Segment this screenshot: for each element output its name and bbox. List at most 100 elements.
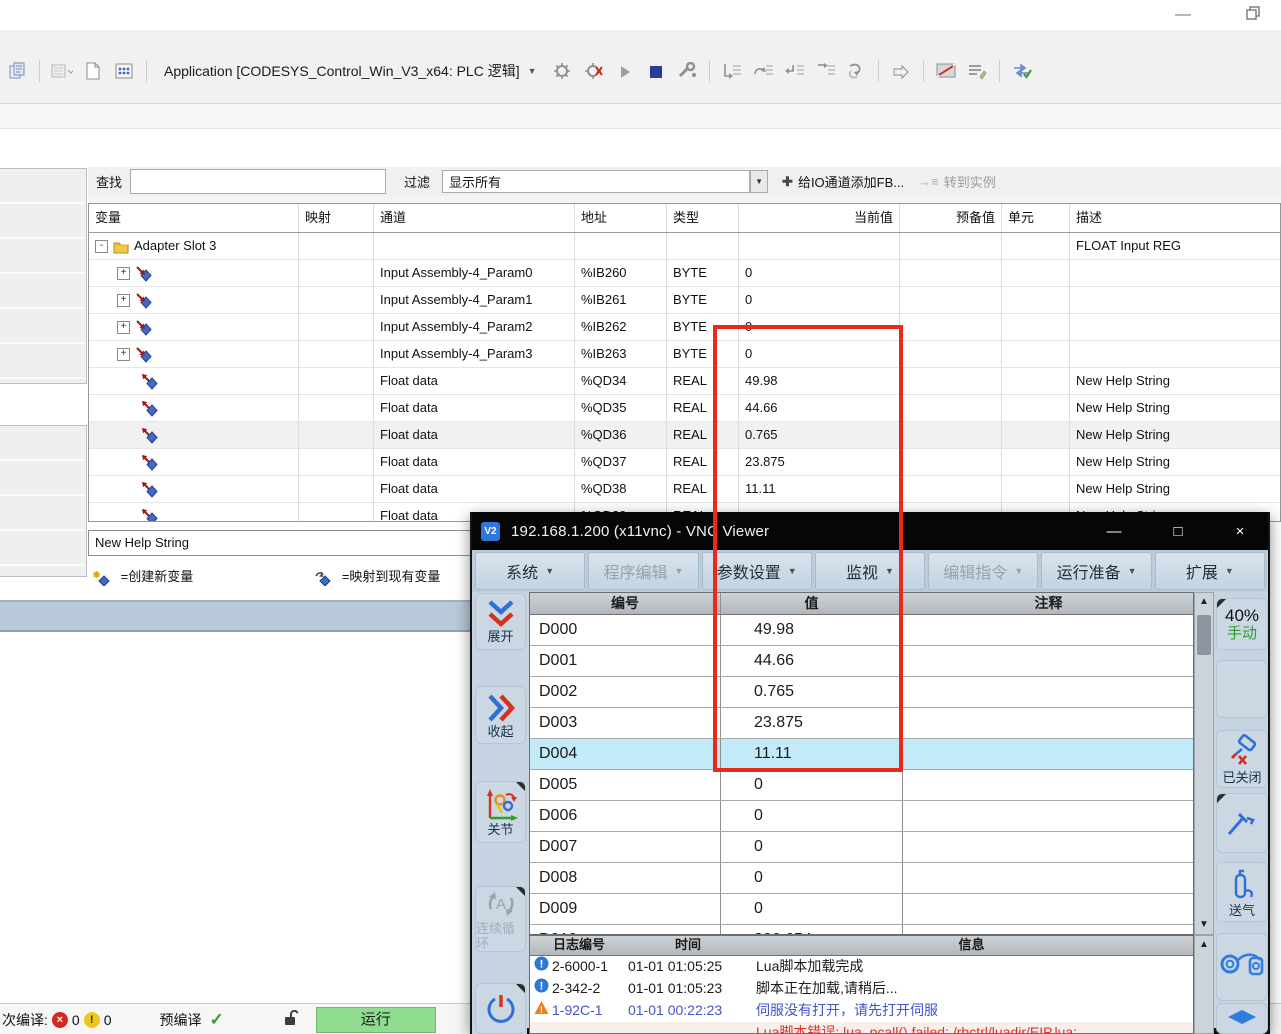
vnc-maximize-button[interactable]: □: [1158, 512, 1198, 550]
register-row-D009[interactable]: D0090: [530, 894, 1193, 925]
register-row-D010[interactable]: D010826.654: [530, 925, 1193, 935]
register-id: D003: [530, 708, 721, 738]
build-icon-button[interactable]: [113, 60, 135, 82]
login-gear-icon-button[interactable]: [552, 60, 574, 82]
lock-icon[interactable]: [282, 1009, 300, 1030]
sidebar-button-关节[interactable]: 关节: [475, 781, 526, 843]
svg-text:A: A: [495, 896, 505, 913]
step-return-icon-button[interactable]: [783, 60, 805, 82]
expand-node-icon[interactable]: +: [117, 294, 130, 307]
right-button-torch[interactable]: [1216, 793, 1268, 853]
column-header-2: 映射: [299, 204, 374, 232]
vnc-minimize-button[interactable]: —: [1094, 512, 1134, 550]
library-dropdown-icon-button[interactable]: [51, 60, 73, 82]
io-table-row[interactable]: +Input Assembly-4_Param3%IB263BYTE0: [89, 341, 1280, 368]
mapping-legend: =创建新变量 =映射到现有变量: [92, 562, 472, 590]
vnc-tab-监视[interactable]: 监视▼: [815, 552, 925, 590]
collapsed-panel-bar[interactable]: [0, 600, 472, 632]
register-row-D006[interactable]: D0060: [530, 801, 1193, 832]
app-selector-combobox[interactable]: Application [CODESYS_Control_Win_V3_x64:…: [158, 59, 543, 83]
vnc-tab-参数设置[interactable]: 参数设置▼: [702, 552, 812, 590]
channel-cell: Input Assembly-4_Param3: [374, 341, 575, 367]
address-cell: %IB262: [575, 314, 667, 340]
io-table-row[interactable]: -Adapter Slot 3FLOAT Input REG: [89, 233, 1280, 260]
vnc-titlebar[interactable]: V2 192.168.1.200 (x11vnc) - VNC Viewer —…: [472, 512, 1268, 550]
play-icon-button[interactable]: [614, 60, 636, 82]
window-restore-button[interactable]: [1238, 6, 1268, 26]
register-row-D004[interactable]: D00411.11: [530, 739, 1193, 770]
search-input[interactable]: [130, 169, 386, 194]
scroll-down-icon[interactable]: ▼: [1195, 916, 1213, 934]
logout-gear-icon: [584, 62, 604, 80]
scroll-up-icon[interactable]: ▲: [1195, 936, 1213, 954]
io-table-row[interactable]: Float data%QD38REAL11.11New Help String: [89, 476, 1280, 503]
step-over-icon-button[interactable]: [752, 60, 774, 82]
vnc-tab-扩展[interactable]: 扩展▼: [1155, 552, 1265, 590]
watch-list-icon-button[interactable]: [966, 60, 988, 82]
expand-node-icon[interactable]: +: [117, 267, 130, 280]
io-table-row[interactable]: Float data%QD35REAL44.66New Help String: [89, 395, 1280, 422]
new-file-icon-button[interactable]: [82, 60, 104, 82]
goto-next-icon-button[interactable]: [890, 60, 912, 82]
register-row-D003[interactable]: D00323.875: [530, 708, 1193, 739]
register-row-D002[interactable]: D0020.765: [530, 677, 1193, 708]
add-fb-button[interactable]: ✚ 给IO通道添加FB...: [782, 172, 904, 191]
window-minimize-button[interactable]: —: [1168, 6, 1198, 26]
log-row[interactable]: !1-92C-101-01 00:22:23伺服没有打开，请先打开伺服: [530, 1000, 1193, 1022]
scroll-thumb[interactable]: [1197, 615, 1211, 655]
new-file-icon: [85, 62, 101, 80]
right-button-robot[interactable]: [1216, 933, 1268, 1001]
breakpoint-tools-icon-button[interactable]: [676, 60, 698, 82]
right-button-speed-mode[interactable]: 40%手动: [1216, 598, 1268, 650]
log-row[interactable]: !2-6000-101-01 01:05:25Lua脚本加载完成: [530, 956, 1193, 978]
display-mode-icon-button[interactable]: [935, 60, 957, 82]
recompile-icon-button[interactable]: [1011, 60, 1033, 82]
scroll-up-icon[interactable]: ▲: [1195, 593, 1213, 611]
run-button[interactable]: 运行: [316, 1007, 436, 1033]
sidebar-button-展开[interactable]: 展开: [475, 593, 526, 650]
register-row-D005[interactable]: D0050: [530, 770, 1193, 801]
register-row-D008[interactable]: D0080: [530, 863, 1193, 894]
stop-icon-button[interactable]: [645, 60, 667, 82]
right-button-air-supply[interactable]: 送气: [1216, 862, 1268, 922]
filter-combobox[interactable]: 显示所有: [442, 170, 750, 193]
step-into-icon-button[interactable]: [814, 60, 836, 82]
variable-cell: +: [89, 314, 299, 340]
goto-instance-button[interactable]: →≡ 转到实例: [918, 172, 996, 191]
io-table-row[interactable]: +Input Assembly-4_Param1%IB261BYTE0: [89, 287, 1280, 314]
register-row-D000[interactable]: D00049.98: [530, 615, 1193, 646]
io-table-row[interactable]: +Input Assembly-4_Param0%IB260BYTE0: [89, 260, 1280, 287]
vnc-close-button[interactable]: ×: [1220, 512, 1260, 550]
register-value: 49.98: [721, 615, 903, 645]
register-row-D007[interactable]: D0070: [530, 832, 1193, 863]
right-button-partial[interactable]: [1216, 1003, 1268, 1034]
vnc-tab-运行准备[interactable]: 运行准备▼: [1041, 552, 1151, 590]
io-table-row[interactable]: +Input Assembly-4_Param2%IB262BYTE0: [89, 314, 1280, 341]
register-row-D001[interactable]: D00144.66: [530, 646, 1193, 677]
reset-icon-button[interactable]: [845, 60, 867, 82]
vnc-tab-系统[interactable]: 系统▼: [475, 552, 585, 590]
log-row[interactable]: !2-342-201-01 01:05:23脚本正在加载,请稍后...: [530, 978, 1193, 1000]
step-command-icon-button[interactable]: [721, 60, 743, 82]
filter-caret-icon[interactable]: ▼: [750, 170, 768, 193]
collapse-node-icon[interactable]: -: [95, 240, 108, 253]
right-button-blank[interactable]: [1216, 660, 1268, 718]
expand-node-icon[interactable]: +: [117, 348, 130, 361]
io-table-row[interactable]: Float data%QD37REAL23.875New Help String: [89, 449, 1280, 476]
vnc-tab-编辑指令[interactable]: 编辑指令▼: [928, 552, 1038, 590]
logout-gear-icon-button[interactable]: [583, 60, 605, 82]
io-table-row[interactable]: Float data%QD36REAL0.765New Help String: [89, 422, 1280, 449]
new-variable-icon: [92, 569, 111, 584]
log-row[interactable]: Lua脚本错误: lua_pcall() failed: /rbctrl/lua…: [530, 1022, 1193, 1034]
log-scrollbar[interactable]: ▲: [1194, 935, 1214, 1034]
io-mapping-panel: 查找 过滤 显示所有 ▼ ✚ 给IO通道添加FB... →≡ 转到实例 变量映射…: [88, 167, 1281, 522]
sidebar-button-收起[interactable]: 收起: [475, 686, 526, 744]
clipboard-icon-button[interactable]: [6, 60, 28, 82]
expand-node-icon[interactable]: +: [117, 321, 130, 334]
io-table-row[interactable]: Float data%QD34REAL49.98New Help String: [89, 368, 1280, 395]
sidebar-button-power[interactable]: [475, 983, 526, 1034]
vnc-tab-程序编辑[interactable]: 程序编辑▼: [588, 552, 698, 590]
register-scrollbar[interactable]: ▲ ▼: [1194, 592, 1214, 935]
right-button-tool-closed[interactable]: 已关闭: [1216, 730, 1268, 788]
sidebar-button-连续循环[interactable]: A连续循环: [475, 886, 526, 952]
